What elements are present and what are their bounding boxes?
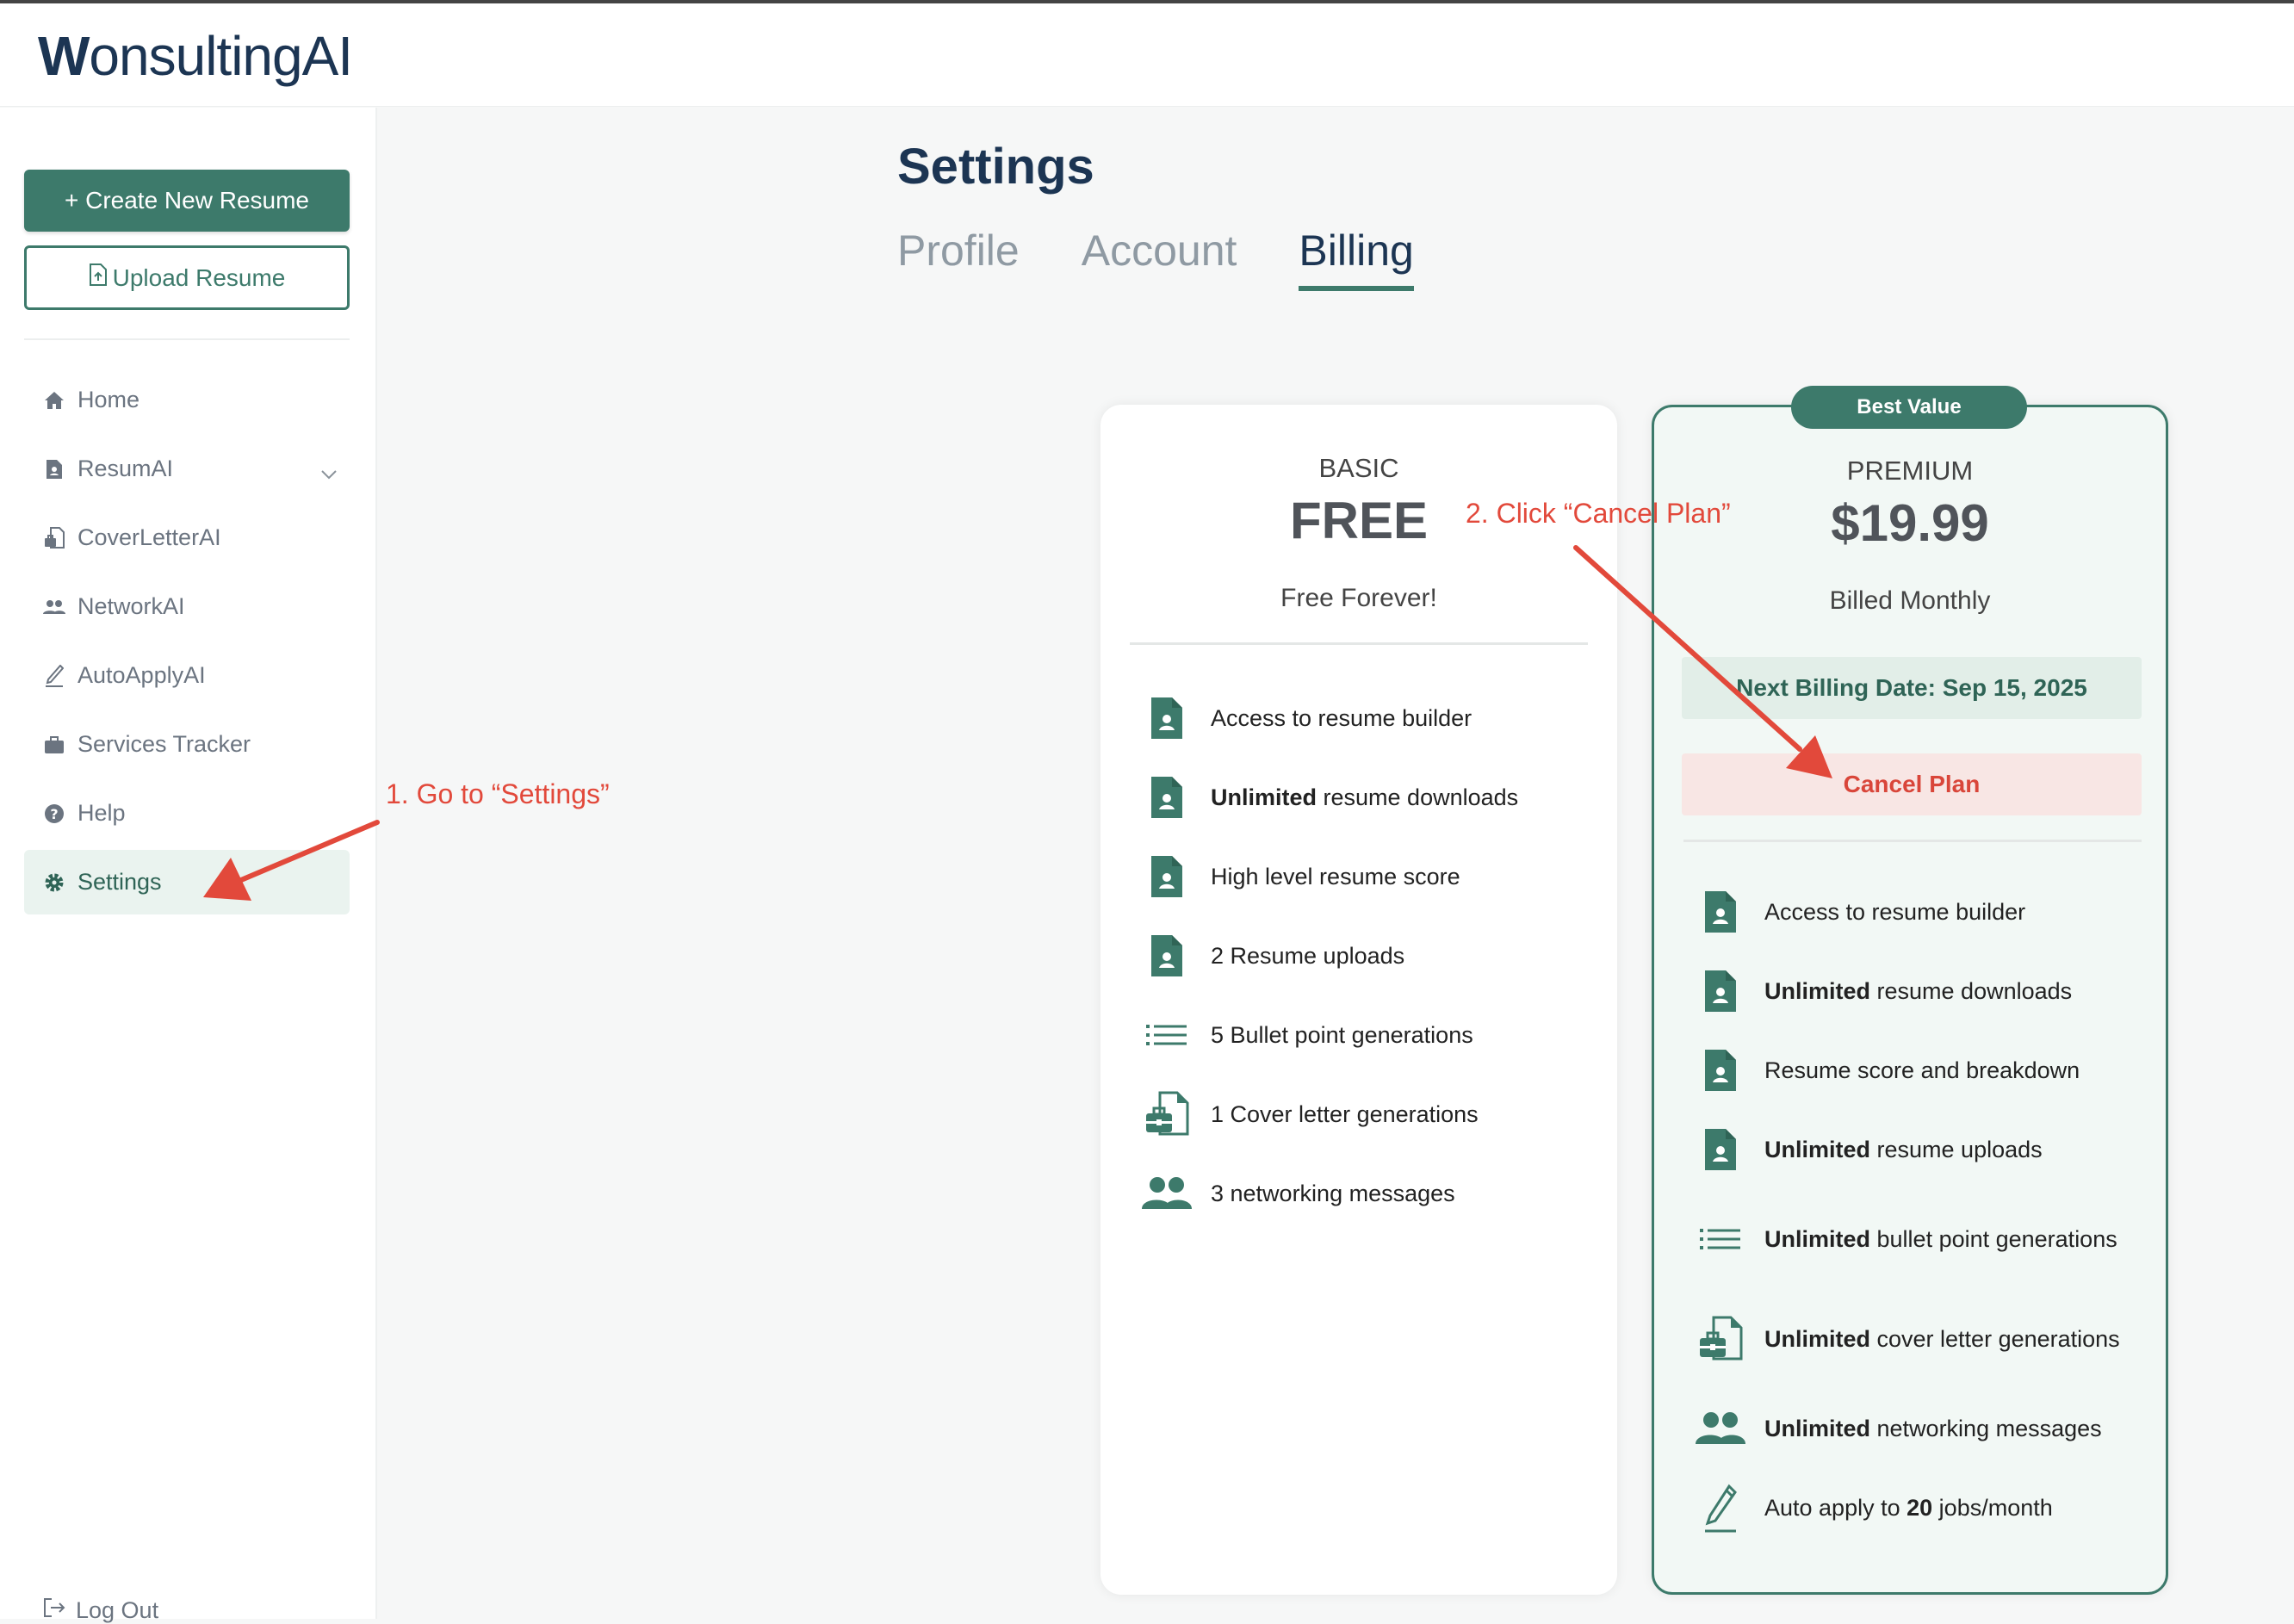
annotation-arrow-step-2 — [1573, 545, 1832, 778]
annotation-arrow-step-1 — [203, 820, 380, 901]
annotation-arrows — [203, 545, 1832, 901]
